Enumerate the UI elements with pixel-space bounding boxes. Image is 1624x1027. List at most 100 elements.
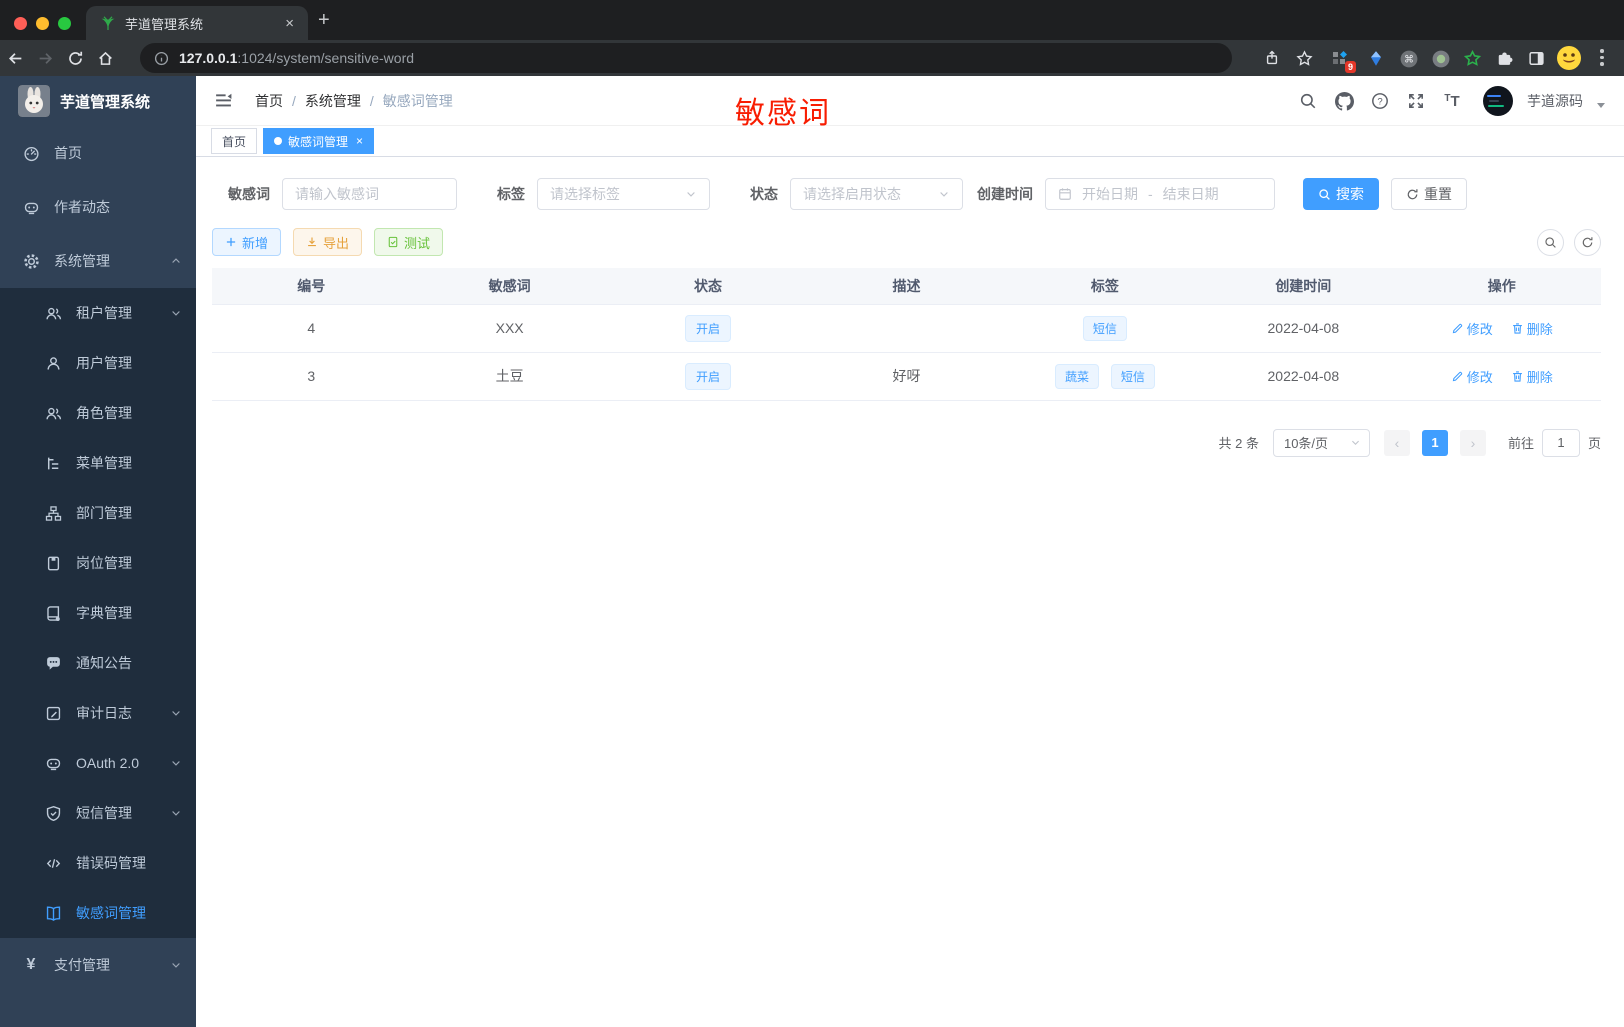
sidebar-item-user[interactable]: 用户管理 <box>0 338 196 388</box>
sidebar-item-post[interactable]: 岗位管理 <box>0 538 196 588</box>
share-icon[interactable] <box>1264 50 1280 66</box>
sidebar: 芋道管理系统 首页 作者动态 系统管理 租户管理 用户管理 角色管理 菜单管理 … <box>0 76 196 1027</box>
close-window-button[interactable] <box>14 17 27 30</box>
link-label: 删除 <box>1526 369 1553 385</box>
edit-link[interactable]: 修改 <box>1451 319 1493 338</box>
yen-icon: ¥ <box>26 956 36 973</box>
app-title: 芋道管理系统 <box>60 93 151 111</box>
search-icon[interactable] <box>1297 92 1319 110</box>
prev-page-button[interactable]: ‹ <box>1383 429 1410 456</box>
next-page-button[interactable]: › <box>1459 429 1486 456</box>
reset-button[interactable]: 重置 <box>1391 178 1467 210</box>
tab-close-icon[interactable]: × <box>281 14 298 33</box>
search-button[interactable]: 搜索 <box>1303 178 1379 210</box>
extension-record-icon[interactable] <box>1432 50 1450 68</box>
filter-word-input[interactable]: 请输入敏感词 <box>282 178 457 210</box>
extension-grid-icon[interactable]: 9 <box>1332 50 1356 73</box>
extension-kite-icon[interactable] <box>1368 50 1384 67</box>
macos-window-controls[interactable] <box>14 17 71 30</box>
sidebar-item-label: 用户管理 <box>76 355 132 371</box>
extension-green-star-icon[interactable] <box>1464 50 1481 67</box>
new-tab-button[interactable]: + <box>318 10 330 30</box>
filter-tag-select[interactable]: 请选择标签 <box>537 178 710 210</box>
extensions-puzzle-icon[interactable] <box>1496 50 1513 67</box>
site-info-icon[interactable] <box>154 51 169 66</box>
toggle-search-button[interactable] <box>1537 228 1564 256</box>
minimize-window-button[interactable] <box>36 17 49 30</box>
user-name[interactable]: 芋道源码 <box>1527 91 1583 111</box>
add-button[interactable]: 新增 <box>212 228 282 256</box>
sidebar-item-oauth[interactable]: OAuth 2.0 <box>0 738 196 788</box>
search-icon <box>1319 188 1330 200</box>
sidebar-item-system[interactable]: 系统管理 <box>0 234 196 288</box>
sidebar-item-tenant[interactable]: 租户管理 <box>0 288 196 338</box>
browser-profile-avatar[interactable] <box>1556 45 1582 71</box>
test-button[interactable]: 测试 <box>374 228 444 256</box>
zoom-window-button[interactable] <box>58 17 71 30</box>
page-tab-sensitive-word[interactable]: 敏感词管理 × <box>263 128 375 154</box>
forward-button[interactable] <box>30 50 60 67</box>
breadcrumb-parent[interactable]: 系统管理 <box>305 91 361 111</box>
sidebar-item-menu[interactable]: 菜单管理 <box>0 438 196 488</box>
chevron-down-icon <box>170 807 182 819</box>
sensitive-word-table: 编号 敏感词 状态 描述 标签 创建时间 操作 4 XXX 开启 短信 2022… <box>212 268 1601 401</box>
cell-created: 2022-04-08 <box>1204 304 1403 353</box>
extension-command-icon[interactable]: ⌘ <box>1400 50 1418 68</box>
sidebar-item-notice[interactable]: 通知公告 <box>0 638 196 688</box>
filter-status-select[interactable]: 请选择启用状态 <box>790 178 963 210</box>
delete-link[interactable]: 删除 <box>1511 319 1553 338</box>
user-avatar[interactable] <box>1483 86 1513 116</box>
browser-tab[interactable]: 芋道管理系统 × <box>86 6 308 40</box>
page-size-select[interactable]: 10条/页 <box>1272 428 1370 457</box>
page-tab-home[interactable]: 首页 <box>211 128 258 154</box>
bookmark-star-icon[interactable] <box>1296 50 1313 67</box>
users-icon <box>44 404 62 422</box>
button-label: 导出 <box>323 235 350 251</box>
trash-icon <box>1512 322 1522 334</box>
sidebar-item-sensitive-word[interactable]: 敏感词管理 <box>0 888 196 938</box>
chevron-down-icon <box>170 707 182 719</box>
filter-form: 敏感词 请输入敏感词 标签 请选择标签 状态 请选择启用状态 创建时间 开始日期… <box>228 178 1601 210</box>
sidebar-item-pay[interactable]: ¥ 支付管理 <box>0 938 196 992</box>
browser-menu-icon[interactable] <box>1600 49 1604 66</box>
status-badge: 开启 <box>685 362 732 390</box>
delete-link[interactable]: 删除 <box>1511 367 1553 386</box>
reload-button[interactable] <box>60 50 90 67</box>
font-size-icon[interactable]: TT <box>1441 93 1463 110</box>
caret-down-icon[interactable] <box>1597 102 1605 108</box>
button-label: 测试 <box>404 235 431 251</box>
sidebar-item-audit-log[interactable]: 审计日志 <box>0 688 196 738</box>
sidebar-item-home[interactable]: 首页 <box>0 126 196 180</box>
tab-close-icon[interactable]: × <box>356 134 363 148</box>
placeholder: 请输入敏感词 <box>295 186 379 202</box>
current-page[interactable]: 1 <box>1421 429 1448 456</box>
sidebar-fold-icon[interactable] <box>210 87 237 114</box>
cell-word: XXX <box>410 304 609 353</box>
pagination: 共 2 条 10条/页 ‹ 1 › 前往 1 页 <box>212 428 1601 457</box>
status-badge: 开启 <box>685 314 732 342</box>
address-bar[interactable]: 127.0.0.1:1024/system/sensitive-word <box>140 43 1232 73</box>
goto-page-input[interactable]: 1 <box>1541 428 1580 457</box>
filter-daterange-input[interactable]: 开始日期 - 结束日期 <box>1045 178 1275 210</box>
side-panel-icon[interactable] <box>1528 50 1545 67</box>
page-size-value: 10条/页 <box>1283 436 1329 451</box>
back-button[interactable] <box>0 50 30 67</box>
fullscreen-icon[interactable] <box>1405 92 1427 110</box>
sidebar-item-error-code[interactable]: 错误码管理 <box>0 838 196 888</box>
github-icon[interactable] <box>1333 91 1355 111</box>
refresh-table-button[interactable] <box>1574 228 1601 256</box>
pencil-icon <box>1452 371 1462 381</box>
sidebar-item-dict[interactable]: 字典管理 <box>0 588 196 638</box>
favicon-plant-icon <box>100 15 116 31</box>
sidebar-item-role[interactable]: 角色管理 <box>0 388 196 438</box>
help-icon[interactable]: ? <box>1369 92 1391 110</box>
export-button[interactable]: 导出 <box>293 228 363 256</box>
sidebar-item-dept[interactable]: 部门管理 <box>0 488 196 538</box>
breadcrumb-home[interactable]: 首页 <box>255 91 283 111</box>
home-button[interactable] <box>90 50 120 67</box>
sidebar-item-sms[interactable]: 短信管理 <box>0 788 196 838</box>
filter-status-label: 状态 <box>750 186 778 202</box>
sidebar-item-author-news[interactable]: 作者动态 <box>0 180 196 234</box>
edit-link[interactable]: 修改 <box>1451 367 1493 386</box>
user-icon <box>44 354 62 372</box>
